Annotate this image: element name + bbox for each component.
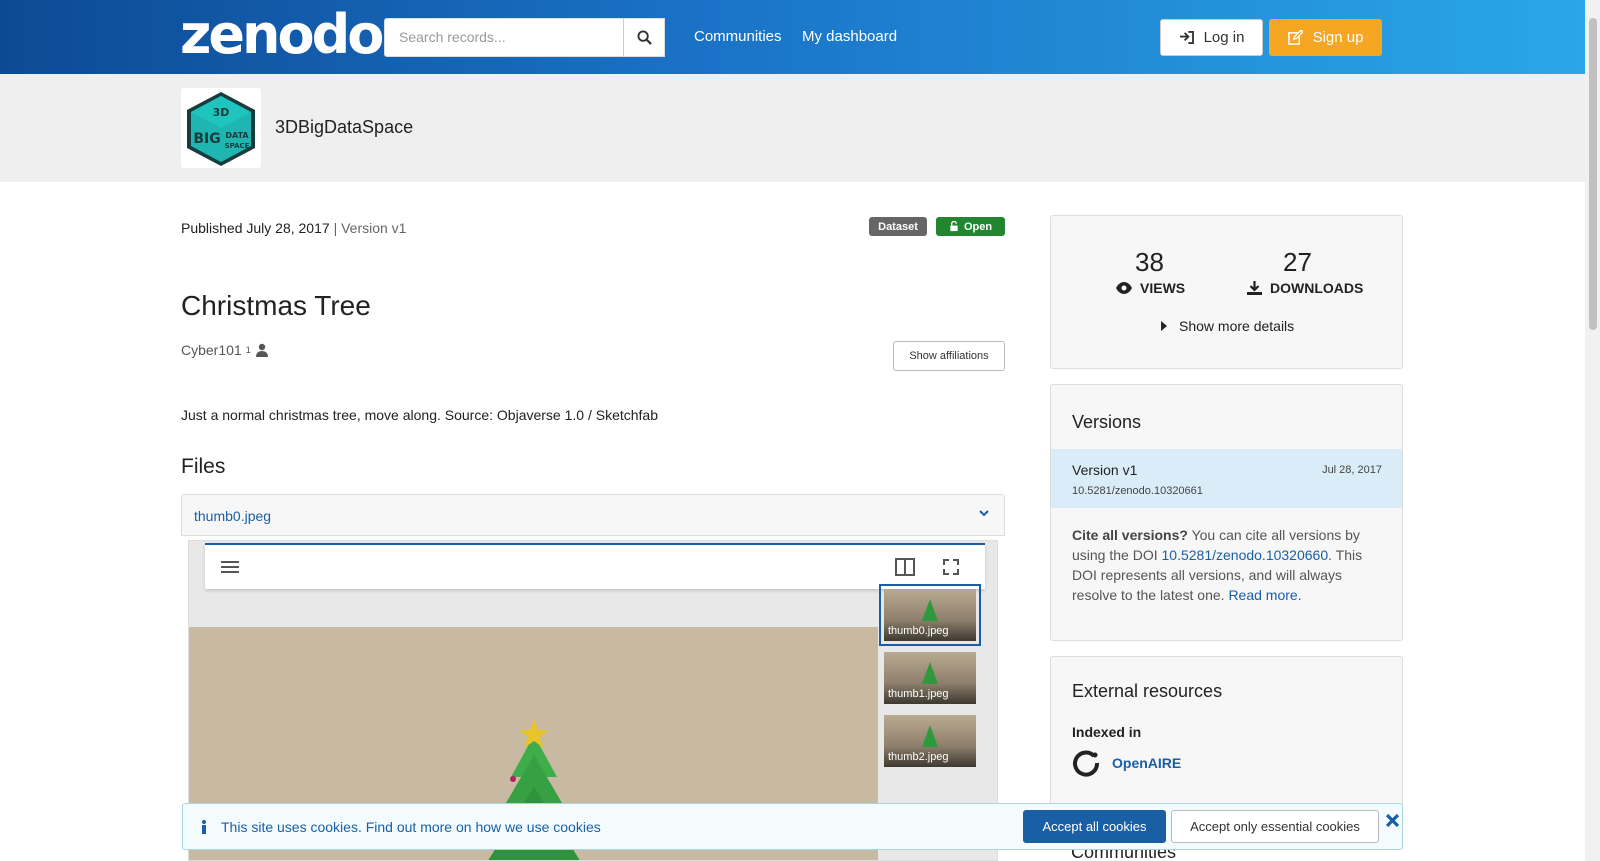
openaire-label[interactable]: OpenAIRE <box>1112 755 1181 771</box>
logo-data-text: DATA <box>225 131 249 140</box>
user-icon <box>255 343 268 357</box>
show-more-details[interactable]: Show more details <box>1161 318 1294 334</box>
concept-doi-link[interactable]: 10.5281/zenodo.10320660 <box>1162 547 1329 563</box>
nav-my-dashboard[interactable]: My dashboard <box>802 28 897 45</box>
zenodo-logo[interactable]: zenodo <box>180 6 384 64</box>
creator-name[interactable]: Cyber101 <box>181 342 242 358</box>
cookie-text: This site uses cookies. Find out more on <box>221 819 476 835</box>
login-label: Log in <box>1203 29 1245 46</box>
fullscreen-icon[interactable] <box>943 559 959 575</box>
community-logo[interactable]: 3D BIG DATA SPACE <box>181 88 261 168</box>
community-name[interactable]: 3DBigDataSpace <box>275 117 413 138</box>
cookie-banner: This site uses cookies. Find out more on… <box>182 803 1403 850</box>
eye-icon <box>1116 282 1132 294</box>
caret-right-icon <box>1161 321 1167 331</box>
cookie-policy-link[interactable]: how we use cookies <box>475 819 600 835</box>
read-more-link[interactable]: Read more. <box>1228 587 1301 603</box>
views-text: VIEWS <box>1140 280 1186 296</box>
version-doi: 10.5281/zenodo.10320661 <box>1072 485 1203 497</box>
access-label: Open <box>963 220 993 233</box>
show-more-text: Show more details <box>1179 318 1295 334</box>
menu-icon[interactable] <box>221 559 239 575</box>
info-icon <box>202 820 206 834</box>
external-resources-card: External resources Indexed in OpenAIRE <box>1050 656 1403 806</box>
search-button[interactable] <box>623 18 665 57</box>
creator-affiliation-number: 1 <box>245 345 251 355</box>
login-button[interactable]: Log in <box>1160 19 1263 56</box>
show-affiliations-button[interactable]: Show affiliations <box>893 341 1005 371</box>
thumbnail-label: thumb2.jpeg <box>888 751 949 763</box>
edit-icon <box>1287 30 1303 45</box>
logo-big-text: BIG <box>193 131 220 147</box>
views-label: VIEWS <box>1116 280 1185 296</box>
cube-logo-icon: 3D BIG DATA SPACE <box>187 92 255 166</box>
resource-type-badge: Dataset <box>869 217 927 236</box>
thumbnail-label: thumb1.jpeg <box>888 688 949 700</box>
close-icon[interactable] <box>1386 814 1399 827</box>
accept-all-cookies-button[interactable]: Accept all cookies <box>1023 810 1166 843</box>
record-title: Christmas Tree <box>181 290 371 321</box>
signup-label: Sign up <box>1312 29 1364 46</box>
record-description: Just a normal christmas tree, move along… <box>181 407 658 423</box>
thumbnail-0[interactable]: thumb0.jpeg <box>879 584 981 646</box>
file-accordion[interactable]: thumb0.jpeg <box>181 494 1005 536</box>
thumbnail-label: thumb0.jpeg <box>888 625 949 637</box>
unlock-icon <box>950 221 958 232</box>
files-heading: Files <box>181 455 226 478</box>
signup-button[interactable]: Sign up <box>1269 19 1382 56</box>
viewer-toolbar <box>205 543 985 589</box>
search-icon <box>636 30 652 45</box>
file-name-link[interactable]: thumb0.jpeg <box>194 508 271 524</box>
chevron-down-icon[interactable] <box>978 507 990 519</box>
downloads-text: DOWNLOADS <box>1270 280 1364 296</box>
published-label: Published July 28, 2017 <box>181 220 330 236</box>
stats-card: 38 VIEWS 27 DOWNLOADS Show more details <box>1050 215 1403 369</box>
indexed-in-label: Indexed in <box>1072 724 1142 740</box>
cite-all-versions: Cite all versions? You can cite all vers… <box>1072 525 1382 605</box>
views-count: 38 <box>1135 247 1164 277</box>
creator[interactable]: Cyber101 1 <box>181 342 269 358</box>
versions-card: Versions Version v1 Jul 28, 2017 10.5281… <box>1050 384 1403 641</box>
cite-bold: Cite all versions? <box>1072 527 1188 543</box>
downloads-label: DOWNLOADS <box>1247 280 1363 296</box>
cookie-message: This site uses cookies. Find out more on… <box>201 819 601 835</box>
access-badge: Open <box>936 217 1005 236</box>
versions-heading: Versions <box>1072 412 1142 432</box>
thumbnail-1[interactable]: thumb1.jpeg <box>884 652 976 704</box>
openaire-icon <box>1073 750 1100 777</box>
scrollbar-thumb[interactable] <box>1589 18 1597 330</box>
downloads-count: 27 <box>1283 247 1312 277</box>
logo-3d-text: 3D <box>213 106 230 119</box>
sign-in-icon <box>1179 31 1194 44</box>
download-icon <box>1247 281 1262 295</box>
openaire-link[interactable]: OpenAIRE <box>1072 749 1181 777</box>
version-label: | Version v1 <box>333 220 407 236</box>
external-heading: External resources <box>1072 681 1223 701</box>
accept-essential-cookies-button[interactable]: Accept only essential cookies <box>1171 810 1379 843</box>
version-item[interactable]: Version v1 Jul 28, 2017 10.5281/zenodo.1… <box>1051 449 1402 508</box>
published-date: Published July 28, 2017 | Version v1 <box>181 220 406 236</box>
sidebar-toggle-icon[interactable] <box>895 558 915 576</box>
nav-communities[interactable]: Communities <box>694 28 782 45</box>
thumbnail-2[interactable]: thumb2.jpeg <box>884 715 976 767</box>
logo-space-text: SPACE <box>225 142 250 150</box>
version-name[interactable]: Version v1 <box>1072 462 1137 478</box>
version-date: Jul 28, 2017 <box>1322 464 1382 476</box>
